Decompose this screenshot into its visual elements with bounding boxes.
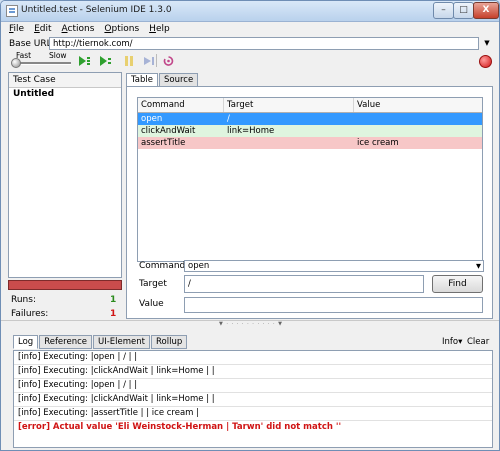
chevron-down-icon[interactable]: ▼ (476, 261, 481, 272)
selenium-ide-window: Untitled.test - Selenium IDE 1.3.0 – □ X… (0, 0, 500, 451)
value-label: Value (139, 299, 164, 309)
row-command: open (141, 114, 163, 124)
target-input[interactable]: / (184, 275, 424, 293)
menu-file[interactable]: File (5, 24, 28, 34)
command-table: Command Target Value open / clickAndWait… (137, 97, 483, 262)
failures-count: 1 (110, 309, 117, 319)
close-button[interactable]: X (473, 2, 499, 19)
column-value[interactable]: Value (354, 98, 482, 112)
row-target: / (227, 114, 230, 124)
play-current-icon[interactable] (99, 55, 112, 67)
record-button[interactable] (479, 55, 492, 68)
command-select-value: open (188, 261, 210, 271)
maximize-button[interactable]: □ (453, 2, 474, 19)
clear-log-button[interactable]: Clear (467, 337, 489, 347)
row-value: ice cream (357, 138, 399, 148)
failures-label: Failures: (11, 309, 49, 319)
speed-slider[interactable] (14, 62, 71, 65)
chevron-down-icon[interactable]: ▼ (480, 37, 494, 50)
row-value (354, 125, 482, 137)
menu-actions[interactable]: Actions (58, 24, 99, 34)
menu-help-label: elp (155, 24, 170, 34)
log-error-entry: [error] Actual value 'Eli Weinstock-Herm… (18, 422, 342, 432)
editor-tabs: Table Source (126, 73, 199, 86)
test-case-item[interactable]: Untitled (9, 88, 121, 101)
command-label: Command (139, 261, 186, 271)
log-entry: [info] Executing: |clickAndWait | link=H… (14, 365, 492, 379)
menu-options-label: ptions (111, 24, 140, 34)
speed-slow-label: Slow (49, 51, 67, 60)
menu-edit[interactable]: Edit (30, 24, 55, 34)
table-row[interactable]: clickAndWait link=Home (138, 125, 482, 137)
runs-count: 1 (110, 295, 117, 305)
base-url-row: Base URL http://tiernok.com/ ▼ (1, 36, 499, 52)
menu-options[interactable]: Options (100, 24, 143, 34)
menu-actions-label: ctions (67, 24, 95, 34)
minimize-button[interactable]: – (433, 2, 454, 19)
menu-options-accel: O (104, 24, 112, 34)
play-all-icon[interactable] (78, 55, 91, 67)
find-button[interactable]: Find (432, 275, 483, 293)
tab-source[interactable]: Source (158, 73, 199, 86)
menu-help-accel: H (149, 24, 156, 34)
column-command[interactable]: Command (138, 98, 224, 112)
app-icon (6, 5, 18, 17)
column-target[interactable]: Target (224, 98, 354, 112)
info-level-dropdown[interactable]: Info▾ (442, 337, 462, 347)
log-panel: [info] Executing: |open | / | | [info] E… (13, 350, 493, 448)
tab-ui-element[interactable]: UI-Element (93, 335, 150, 349)
row-command: assertTitle (141, 138, 186, 148)
row-target: link=Home (227, 126, 275, 136)
toolbar: Fast Slow (1, 51, 499, 70)
run-progress-bar (8, 280, 122, 290)
test-case-panel: Test Case Untitled (8, 72, 122, 278)
toolbar-separator (156, 54, 157, 67)
panel-splitter[interactable]: ▼ · · · · · · · · · · ▼ (1, 320, 499, 329)
menu-bar: File Edit Actions Options Help (1, 22, 499, 36)
title-bar: Untitled.test - Selenium IDE 1.3.0 – □ X (1, 1, 499, 22)
splitter-grip[interactable]: ▼ · · · · · · · · · · ▼ (211, 321, 291, 327)
window-title: Untitled.test - Selenium IDE 1.3.0 (21, 5, 172, 15)
step-icon[interactable] (142, 55, 155, 67)
tab-reference[interactable]: Reference (39, 335, 92, 349)
row-command: clickAndWait (141, 126, 196, 136)
speed-slider-handle[interactable] (11, 58, 21, 68)
row-target (224, 137, 354, 149)
test-case-header: Test Case (9, 73, 121, 88)
menu-file-label: ile (13, 24, 25, 34)
log-entry: [info] Executing: |assertTitle | | ice c… (14, 407, 492, 421)
value-input[interactable] (184, 297, 483, 313)
table-row[interactable]: assertTitle ice cream (138, 137, 482, 149)
tab-log[interactable]: Log (13, 335, 39, 349)
table-header: Command Target Value (138, 98, 482, 113)
log-entry: [info] Executing: |clickAndWait | link=H… (14, 393, 492, 407)
rollup-icon[interactable] (162, 55, 175, 67)
base-url-label: Base URL (9, 39, 52, 49)
bottom-tabs: Log Reference UI-Element Rollup (13, 335, 188, 349)
tab-rollup[interactable]: Rollup (151, 335, 188, 349)
row-value (354, 113, 482, 125)
target-label: Target (139, 279, 167, 289)
table-row[interactable]: open / (138, 113, 482, 125)
menu-help[interactable]: Help (145, 24, 174, 34)
runs-label: Runs: (11, 295, 36, 305)
editor-panel: Command Target Value open / clickAndWait… (126, 86, 493, 319)
menu-edit-label: dit (39, 24, 52, 34)
base-url-input[interactable]: http://tiernok.com/ (49, 37, 479, 50)
log-entry: [info] Executing: |open | / | | (14, 351, 492, 365)
log-entry: [info] Executing: |open | / | | (14, 379, 492, 393)
pause-icon[interactable] (123, 55, 136, 67)
command-select[interactable]: open ▼ (184, 260, 484, 272)
tab-table[interactable]: Table (126, 73, 158, 86)
